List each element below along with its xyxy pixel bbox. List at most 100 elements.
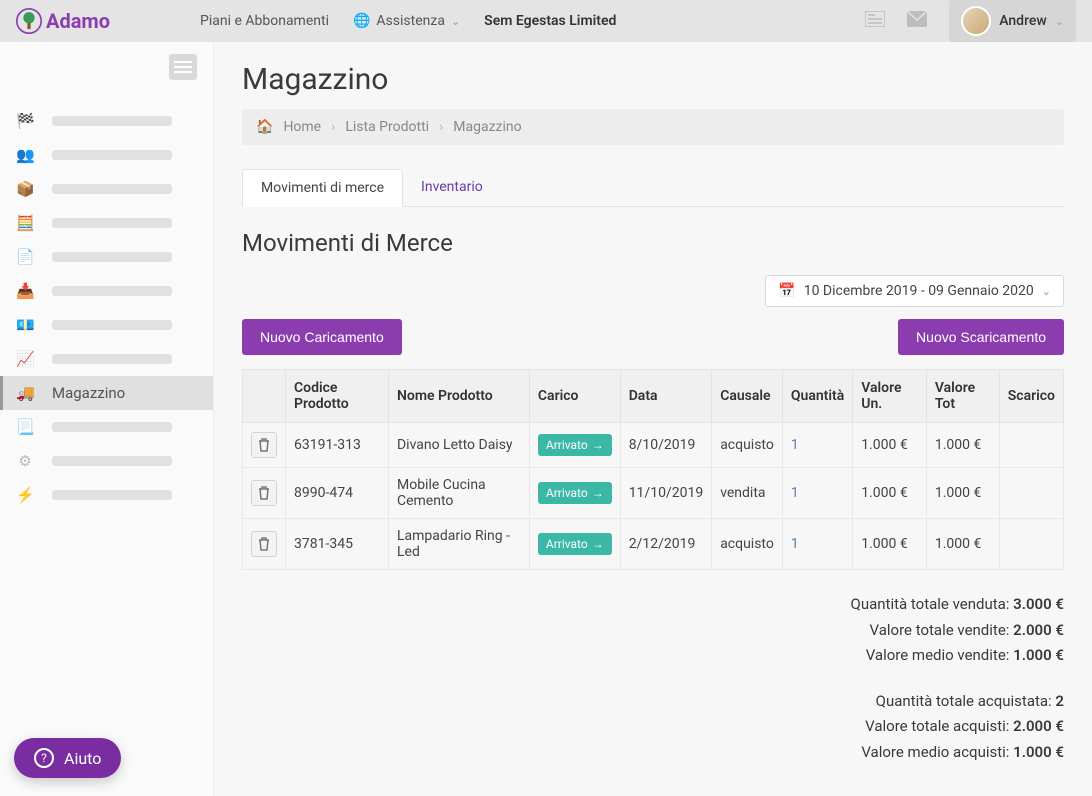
avatar — [961, 6, 991, 36]
topbar-left: Piani e Abbonamenti 🌐 Assistenza ⌄ Sem E… — [200, 13, 616, 29]
nav-item-dashboard[interactable]: 🏁 — [0, 104, 213, 138]
cell-code: 63191-313 — [286, 423, 389, 468]
nav-item-inbox[interactable]: 📥 — [0, 274, 213, 308]
cell-total: 1.000 € — [926, 468, 999, 519]
cell-qty[interactable]: 1 — [791, 437, 799, 453]
nav-item-warehouse[interactable]: 🚚 Magazzino — [0, 376, 213, 410]
brand-name: Adamo — [46, 9, 110, 33]
nav-item-file[interactable]: 📃 — [0, 410, 213, 444]
sold-qty-val: 3.000 € — [1013, 595, 1064, 613]
section-title: Movimenti di Merce — [242, 229, 1064, 257]
bought-avg-label: Valore medio acquisti: — [861, 743, 1009, 761]
nav-item-bolt[interactable]: ⚡ — [0, 478, 213, 512]
th-load: Carico — [529, 370, 620, 423]
logo[interactable]: Adamo — [16, 8, 110, 34]
nav-item-chart[interactable]: 📈 — [0, 342, 213, 376]
arrived-badge[interactable]: Arrivato → — [538, 434, 612, 456]
user-menu[interactable]: Andrew ⌄ — [949, 0, 1076, 42]
cell-unit: 1.000 € — [853, 468, 927, 519]
th-name: Nome Prodotto — [388, 370, 529, 423]
table-row: 3781-345 Lampadario Ring - Led Arrivato … — [243, 519, 1064, 570]
chevron-down-icon: ⌄ — [1055, 15, 1064, 28]
chevron-down-icon: ⌄ — [1042, 285, 1051, 298]
box-icon: 📦 — [16, 180, 34, 198]
delete-button[interactable] — [251, 531, 277, 557]
cell-unit: 1.000 € — [853, 519, 927, 570]
bought-avg-val: 1.000 € — [1013, 743, 1064, 761]
bc-list[interactable]: Lista Prodotti — [345, 119, 429, 135]
bought-qty-label: Quantità totale acquistata: — [876, 692, 1052, 710]
date-range-text: 10 Dicembre 2019 - 09 Gennaio 2020 — [804, 283, 1034, 299]
nav-item-settings[interactable]: ⚙ — [0, 444, 213, 478]
arrow-right-icon: → — [592, 438, 604, 452]
bought-val-val: 2.000 € — [1013, 717, 1064, 735]
topbar-right: Andrew ⌄ — [865, 0, 1076, 42]
cell-reason: acquisto — [712, 519, 783, 570]
sold-avg-val: 1.000 € — [1013, 646, 1064, 664]
calendar-icon: 📅 — [778, 283, 795, 299]
nav-item-people[interactable]: 👥 — [0, 138, 213, 172]
cell-total: 1.000 € — [926, 519, 999, 570]
cell-date: 2/12/2019 — [620, 519, 712, 570]
new-load-button[interactable]: Nuovo Caricamento — [242, 319, 402, 355]
totals: Quantità totale venduta: 3.000 € Valore … — [242, 592, 1064, 765]
nav-item-money[interactable]: 💶 — [0, 308, 213, 342]
people-icon: 👥 — [16, 146, 34, 164]
table-row: 8990-474 Mobile Cucina Cemento Arrivato … — [243, 468, 1064, 519]
sold-val-label: Valore totale vendite: — [870, 621, 1010, 639]
cell-name: Mobile Cucina Cemento — [388, 468, 529, 519]
bc-current: Magazzino — [453, 119, 521, 135]
arrived-badge[interactable]: Arrivato → — [538, 482, 612, 504]
sidebar: 🏁 👥 📦 🧮 📄 📥 💶 📈 🚚 Magazzino 📃 ⚙ ⚡ — [0, 42, 214, 796]
cell-qty[interactable]: 1 — [791, 485, 799, 501]
tab-movements[interactable]: Movimenti di merce — [242, 169, 403, 207]
cell-date: 8/10/2019 — [620, 423, 712, 468]
delete-button[interactable] — [251, 480, 277, 506]
cell-qty[interactable]: 1 — [791, 536, 799, 552]
globe-icon: 🌐 — [353, 13, 370, 29]
new-unload-button[interactable]: Nuovo Scaricamento — [898, 319, 1064, 355]
cell-reason: acquisto — [712, 423, 783, 468]
sold-avg-label: Valore medio vendite: — [866, 646, 1010, 664]
file-icon: 📃 — [16, 418, 34, 436]
bc-home[interactable]: Home — [283, 119, 321, 135]
arrow-right-icon: → — [592, 537, 604, 551]
hamburger-button[interactable] — [169, 54, 197, 80]
chevron-right-icon: › — [331, 119, 335, 135]
nav-item-doc[interactable]: 📄 — [0, 240, 213, 274]
money-icon: 💶 — [16, 316, 34, 334]
plans-link[interactable]: Piani e Abbonamenti — [200, 13, 329, 29]
date-range-picker[interactable]: 📅 10 Dicembre 2019 - 09 Gennaio 2020 ⌄ — [765, 275, 1064, 307]
nav-item-box[interactable]: 📦 — [0, 172, 213, 206]
cell-date: 11/10/2019 — [620, 468, 712, 519]
document-icon: 📄 — [16, 248, 34, 266]
help-fab[interactable]: ? Aiuto — [14, 738, 121, 778]
cell-code: 8990-474 — [286, 468, 389, 519]
cell-unload — [999, 519, 1063, 570]
tab-inventory[interactable]: Inventario — [403, 169, 501, 206]
page-title: Magazzino — [242, 62, 1064, 97]
home-icon: 🏠 — [256, 119, 273, 135]
th-qty: Quantità — [782, 370, 852, 423]
logo-icon — [16, 8, 42, 34]
chart-icon: 📈 — [16, 350, 34, 368]
cell-unload — [999, 468, 1063, 519]
calculator-icon: 🧮 — [16, 214, 34, 232]
mail-icon[interactable] — [907, 11, 927, 32]
cell-code: 3781-345 — [286, 519, 389, 570]
th-code: Codice Prodotto — [286, 370, 389, 423]
main-content: Magazzino 🏠 Home › Lista Prodotti › Maga… — [214, 42, 1092, 796]
assist-link[interactable]: 🌐 Assistenza ⌄ — [353, 13, 460, 29]
arrived-badge[interactable]: Arrivato → — [538, 533, 612, 555]
table-row: 63191-313 Divano Letto Daisy Arrivato → … — [243, 423, 1064, 468]
bought-val-label: Valore totale acquisti: — [865, 717, 1009, 735]
truck-icon: 🚚 — [16, 384, 34, 402]
nav-item-calc[interactable]: 🧮 — [0, 206, 213, 240]
movements-table: Codice Prodotto Nome Prodotto Carico Dat… — [242, 369, 1064, 570]
delete-button[interactable] — [251, 432, 277, 458]
news-icon[interactable] — [865, 11, 885, 32]
cell-total: 1.000 € — [926, 423, 999, 468]
sold-val-val: 2.000 € — [1013, 621, 1064, 639]
user-name: Andrew — [999, 13, 1047, 29]
nav-label: Magazzino — [52, 384, 125, 402]
